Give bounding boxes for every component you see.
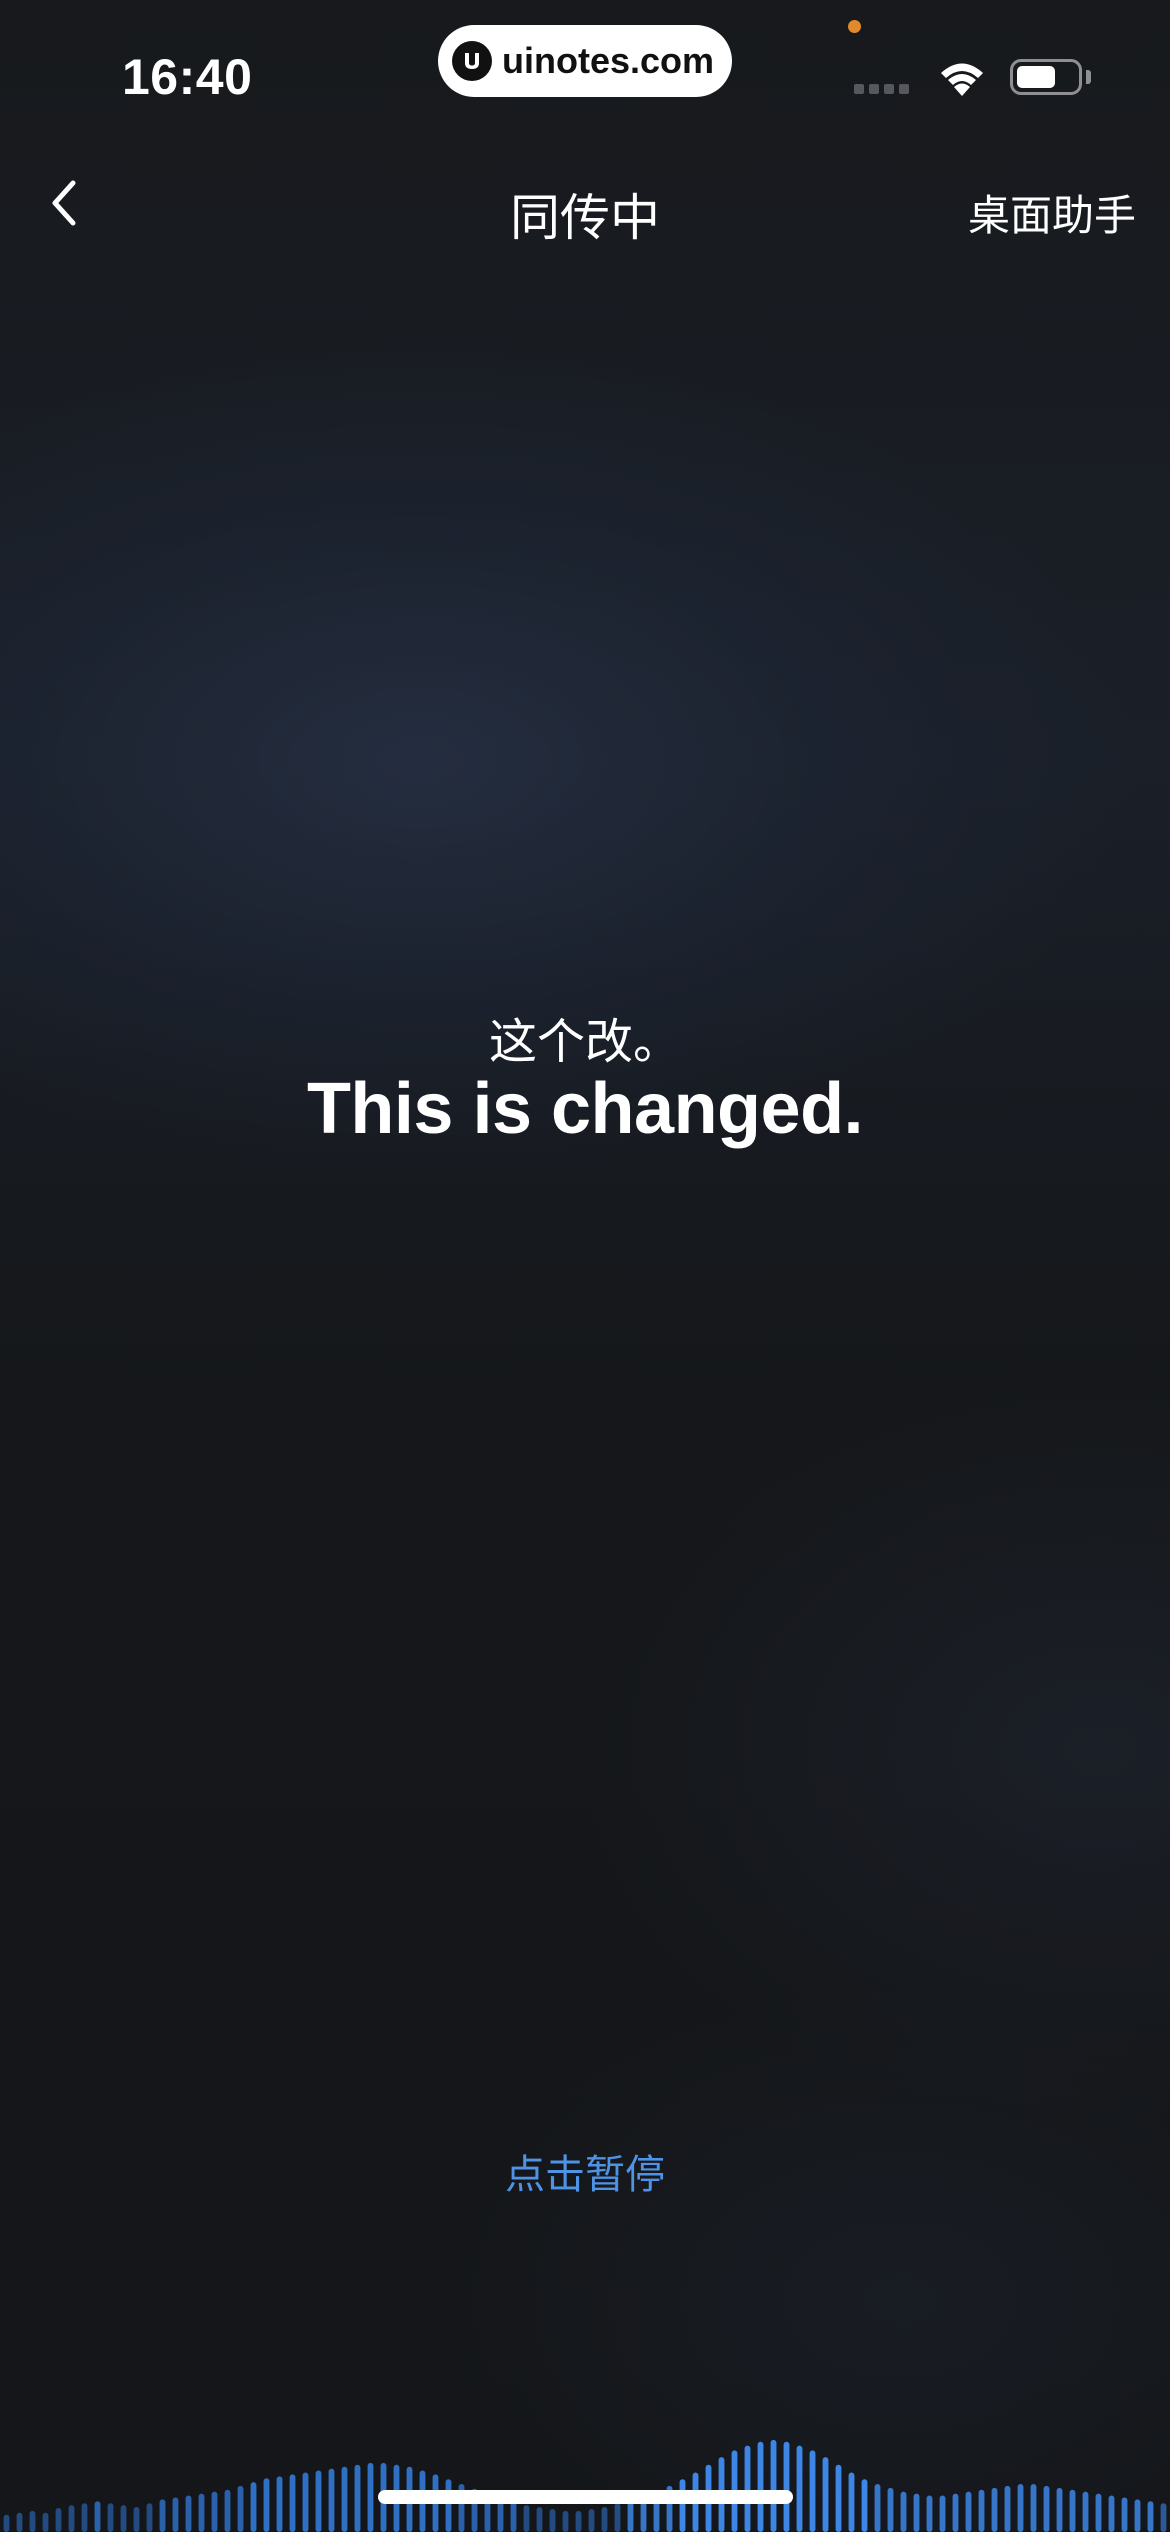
url-text: uinotes.com — [502, 40, 715, 81]
waveform-bar — [796, 2445, 803, 2532]
waveform-bar — [172, 2497, 179, 2532]
waveform-bar — [523, 2505, 530, 2532]
waveform-bar — [289, 2474, 296, 2532]
waveform-bar — [991, 2487, 998, 2532]
waveform-bar — [835, 2464, 842, 2532]
waveform-bar — [250, 2482, 257, 2532]
waveform-bar — [926, 2495, 933, 2532]
waveform-bar — [874, 2484, 881, 2532]
waveform-bar — [55, 2508, 62, 2532]
waveform-bar — [861, 2479, 868, 2532]
waveform-bar — [367, 2462, 374, 2532]
waveform-bar — [120, 2505, 127, 2532]
uinotes-logo-icon — [452, 41, 492, 81]
waveform-bar — [185, 2495, 192, 2532]
chevron-left-icon — [47, 177, 83, 233]
waveform-bar — [770, 2439, 777, 2532]
waveform-bar — [224, 2489, 231, 2532]
waveform-bar — [3, 2514, 10, 2532]
waveform-bar — [198, 2493, 205, 2532]
waveform-bar — [978, 2489, 985, 2532]
waveform-bar — [536, 2507, 543, 2532]
waveform-bar — [1017, 2484, 1024, 2532]
waveform-bar — [562, 2510, 569, 2532]
waveform-bar — [107, 2503, 114, 2532]
page-title: 同传中 — [510, 189, 660, 247]
url-pill[interactable]: uinotes.com — [438, 25, 732, 97]
waveform-bar — [614, 2503, 621, 2532]
waveform-bar — [302, 2472, 309, 2532]
waveform-bar — [68, 2505, 75, 2532]
waveform-bar — [1108, 2495, 1115, 2532]
home-indicator — [378, 2490, 793, 2504]
audio-waveform — [3, 2439, 1167, 2532]
waveform-bar — [1121, 2497, 1128, 2532]
waveform-bar — [445, 2479, 452, 2532]
waveform-bar — [1160, 2503, 1167, 2532]
battery-icon — [1010, 59, 1082, 95]
waveform-bar — [276, 2476, 283, 2532]
source-transcript-text: 这个改。 — [488, 1014, 681, 1070]
waveform-bar — [900, 2491, 907, 2532]
waveform-bar — [783, 2441, 790, 2532]
waveform-bar — [679, 2479, 686, 2532]
waveform-bar — [16, 2512, 23, 2532]
waveform-bar — [1134, 2499, 1141, 2532]
waveform-bar — [328, 2468, 335, 2532]
battery-level — [1017, 66, 1055, 88]
waveform-bar — [1030, 2484, 1037, 2532]
waveform-bar — [757, 2441, 764, 2532]
wifi-icon — [934, 56, 990, 104]
waveform-bar — [939, 2495, 946, 2532]
waveform-bar — [42, 2512, 49, 2532]
waveform-bar — [315, 2470, 322, 2532]
mic-indicator-dot — [848, 20, 861, 33]
waveform-bar — [601, 2507, 608, 2532]
desktop-assistant-button[interactable]: 桌面助手 — [968, 182, 1136, 243]
waveform-bar — [848, 2472, 855, 2532]
waveform-bar — [627, 2499, 634, 2532]
status-time: 16:40 — [122, 49, 253, 105]
waveform-bar — [809, 2450, 816, 2532]
waveform-bar — [744, 2445, 751, 2532]
waveform-bar — [29, 2510, 36, 2532]
waveform-bar — [887, 2487, 894, 2532]
waveform-bar — [159, 2499, 166, 2532]
waveform-bar — [263, 2478, 270, 2532]
waveform-bar — [1069, 2489, 1076, 2532]
waveform-bar — [822, 2457, 829, 2532]
battery-tip — [1086, 70, 1091, 84]
waveform-bar — [211, 2491, 218, 2532]
waveform-bar — [133, 2507, 140, 2532]
waveform-bar — [1095, 2493, 1102, 2532]
waveform-bar — [1004, 2485, 1011, 2532]
waveform-bar — [341, 2466, 348, 2532]
waveform-bar — [549, 2508, 556, 2532]
waveform-bar — [1056, 2487, 1063, 2532]
waveform-bar — [510, 2501, 517, 2532]
waveform-bar — [913, 2493, 920, 2532]
waveform-bar — [1043, 2485, 1050, 2532]
waveform-bar — [1147, 2501, 1154, 2532]
tap-to-pause-button[interactable]: 点击暂停 — [0, 2142, 1170, 2200]
waveform-bar — [575, 2510, 582, 2532]
translated-text: This is changed. — [306, 1069, 864, 1149]
waveform-bar — [94, 2501, 101, 2532]
waveform-bar — [237, 2485, 244, 2532]
waveform-bar — [81, 2503, 88, 2532]
waveform-bar — [146, 2503, 153, 2532]
waveform-bar — [952, 2493, 959, 2532]
cellular-signal-icon — [854, 84, 909, 94]
waveform-bar — [1082, 2491, 1089, 2532]
waveform-bar — [965, 2491, 972, 2532]
waveform-bar — [354, 2464, 361, 2532]
back-button[interactable] — [30, 170, 100, 240]
waveform-bar — [588, 2508, 595, 2532]
